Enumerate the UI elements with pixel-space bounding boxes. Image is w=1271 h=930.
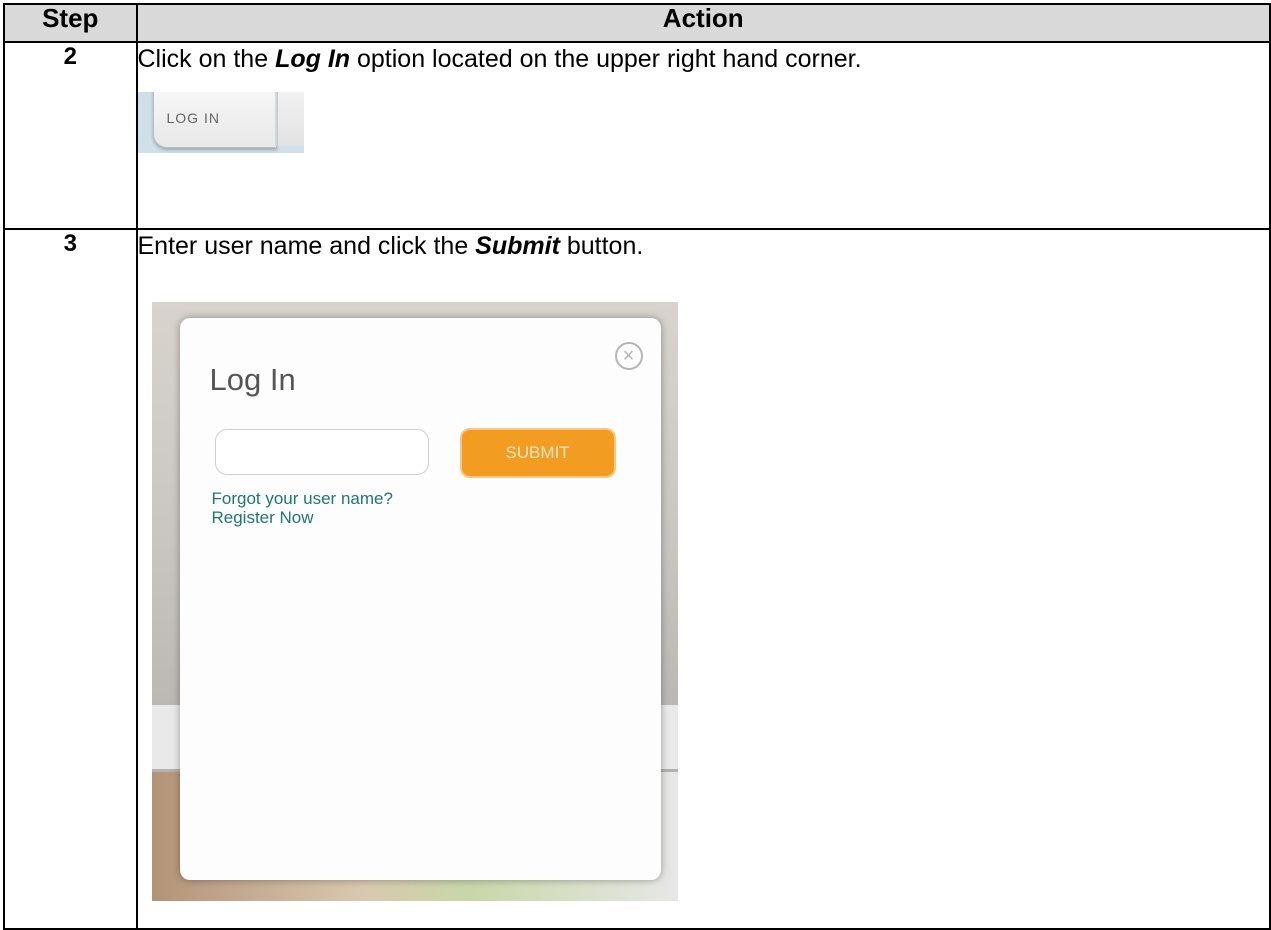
emphasis-submit: Submit [475,232,560,260]
login-modal: × Log In SUBMIT Forgot your user name? R… [179,318,661,880]
adjacent-tab [277,92,304,146]
header-action: Action [135,3,1271,43]
instruction-text: Click on the Log In option located on th… [137,45,862,73]
login-tab[interactable]: LOG IN [152,92,277,148]
action-cell: Enter user name and click the Submit but… [135,228,1271,930]
modal-title: Log In [209,362,296,397]
step-number: 2 [3,41,138,230]
login-tab-screenshot: LOG IN [137,92,304,153]
submit-button[interactable]: SUBMIT [459,428,616,478]
action-cell: Click on the Log In option located on th… [135,41,1271,230]
register-now-link[interactable]: Register Now [212,508,314,528]
username-input[interactable] [214,429,429,475]
emphasis-log-in: Log In [275,45,351,73]
instruction-text: Enter user name and click the Submit but… [137,232,644,260]
login-popup-screenshot: × Log In SUBMIT Forgot your user name? R… [151,302,678,901]
header-step: Step [3,3,138,43]
login-tab-label: LOG IN [166,110,220,126]
step-number: 3 [3,228,138,930]
steps-table: Step Action 2 Click on the Log In option… [3,3,1271,930]
tab-divider [274,92,277,146]
close-circle-icon[interactable]: × [614,342,643,370]
forgot-username-link[interactable]: Forgot your user name? [212,489,393,509]
